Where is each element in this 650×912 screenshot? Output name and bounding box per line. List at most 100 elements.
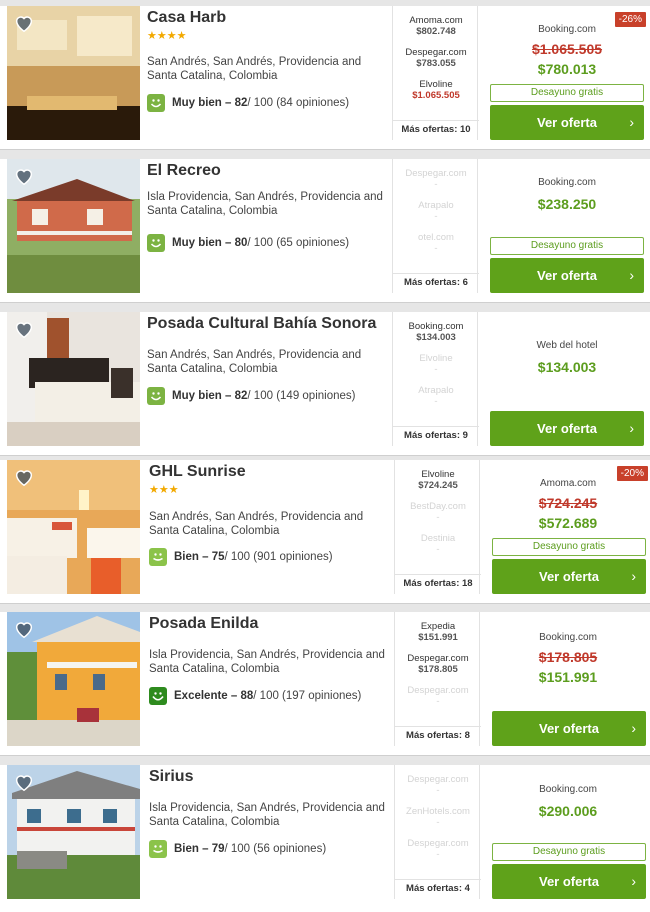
offer-item[interactable]: Elvoline - [393,353,479,375]
rating-summary[interactable]: Muy bien – 80 / 100 (65 opiniones) [147,234,349,252]
rating-summary[interactable]: Excelente – 88 / 100 (197 opiniones) [149,687,361,705]
rating-summary[interactable]: Muy bien – 82 / 100 (84 opiniones) [147,94,349,112]
deal-provider: Booking.com [538,177,596,188]
rating-summary[interactable]: Muy bien – 82 / 100 (149 opiniones) [147,387,355,405]
offer-price: $151.991 [418,632,458,643]
deal-provider: Web del hotel [536,340,598,351]
offer-item[interactable]: Expedia $151.991 [395,621,481,643]
best-deal: -26% Booking.com $1.065.505 $780.013 Des… [484,6,650,140]
offer-site: Booking.com [408,321,464,332]
offer-site: Despegar.com [407,838,469,849]
offer-item[interactable]: Despegar.com - [395,685,481,707]
rating-count: / 100 (149 opiniones) [247,390,356,402]
heart-icon[interactable] [13,618,35,640]
offer-item[interactable]: Elvoline $1.065.505 [393,79,479,101]
other-offers: Elvoline $724.245 BestDay.com - Destinia - … [394,460,481,594]
hotel-name[interactable]: Posada Enilda [149,614,389,634]
button-label: Ver oferta [537,115,597,130]
hotel-photo[interactable] [7,612,140,746]
offer-price: - [434,211,438,222]
rating-label: Bien – 75 [174,551,225,563]
hotel-name[interactable]: Casa Harb [147,8,387,28]
deal-provider: Booking.com [538,24,596,35]
offer-price: - [436,849,440,860]
breakfast-badge: Desayuno gratis [490,237,644,255]
offer-site: ZenHotels.com [406,806,470,817]
offer-item[interactable]: Atrapalo - [393,200,479,222]
other-offers: Booking.com $134.003 Elvoline - Atrapalo - … [392,312,479,446]
deal-price: $290.006 [538,803,598,819]
offer-item[interactable]: Despegar.com - [393,168,479,190]
hotel-card: Posada Enilda Isla Providencia, San Andr… [0,612,650,756]
hotel-card: El Recreo Isla Providencia, San Andrés, … [0,159,650,303]
offer-site: Destinia [420,533,456,544]
offer-item[interactable]: Destinia - [395,533,481,555]
hotel-name[interactable]: GHL Sunrise [149,462,389,482]
heart-icon[interactable] [13,165,35,187]
more-offers-link[interactable]: Más ofertas: 18 [395,574,481,592]
more-offers-link[interactable]: Más ofertas: 6 [393,273,479,291]
heart-icon[interactable] [13,318,35,340]
deal-price: $134.003 [537,359,597,375]
offer-site: Atrapalo [418,385,454,396]
best-deal: Booking.com $178.805 $151.991 Ver oferta… [486,612,650,746]
original-price: $1.065.505 [531,41,603,57]
offer-price: $802.748 [416,26,456,37]
smiley-icon [147,387,165,405]
hotel-photo[interactable] [7,159,140,293]
offer-item[interactable]: Despegar.com - [395,774,481,796]
offer-item[interactable]: otel.com - [393,232,479,254]
more-offers-link[interactable]: Más ofertas: 4 [395,879,481,897]
more-offers-link[interactable]: Más ofertas: 9 [393,426,479,444]
offer-item[interactable]: ZenHotels.com - [395,806,481,828]
offer-item[interactable]: BestDay.com - [395,501,481,523]
deal-provider: Amoma.com [539,478,597,489]
smiley-icon [147,234,165,252]
heart-icon[interactable] [13,466,35,488]
hotel-photo[interactable] [7,460,140,594]
offer-item[interactable]: Atrapalo - [393,385,479,407]
offer-site: Atrapalo [418,200,454,211]
breakfast-badge: Desayuno gratis [492,843,646,861]
deal-provider: Booking.com [539,632,597,643]
view-deal-button[interactable]: Ver oferta › [492,559,646,594]
deal-price: $780.013 [537,61,597,77]
rating-summary[interactable]: Bien – 75 / 100 (901 opiniones) [149,548,333,566]
rating-summary[interactable]: Bien – 79 / 100 (56 opiniones) [149,840,326,858]
offer-item[interactable]: Despegar.com $783.055 [393,47,479,69]
hotel-photo[interactable] [7,312,140,446]
view-deal-button[interactable]: Ver oferta › [490,258,644,293]
hotel-name[interactable]: Posada Cultural Bahía Sonora [147,314,387,334]
hotel-name[interactable]: Sirius [149,767,389,787]
offer-item[interactable]: Booking.com $134.003 [393,321,479,343]
offer-site: Despegar.com [405,168,467,179]
hotel-photo[interactable] [7,765,140,899]
hotel-photo[interactable] [7,6,140,140]
offer-item[interactable]: Amoma.com $802.748 [393,15,479,37]
view-deal-button[interactable]: Ver oferta › [490,411,644,446]
star-rating: ★★★ [149,484,179,496]
offer-item[interactable]: Despegar.com - [395,838,481,860]
other-offers: Expedia $151.991 Despegar.com $178.805 Des… [394,612,481,746]
button-label: Ver oferta [539,569,599,584]
original-price: $178.805 [538,649,598,665]
hotel-name[interactable]: El Recreo [147,161,387,181]
rating-count: / 100 (901 opiniones) [224,551,333,563]
rating-count: / 100 (84 opiniones) [247,97,350,109]
hotel-card: GHL Sunrise ★★★ San Andrés, San Andrés, … [0,460,650,604]
deal-price: $572.689 [538,515,598,531]
offer-item[interactable]: Despegar.com $178.805 [395,653,481,675]
offer-site: Elvoline [421,469,455,480]
more-offers-link[interactable]: Más ofertas: 10 [393,120,479,138]
heart-icon[interactable] [13,771,35,793]
view-deal-button[interactable]: Ver oferta › [490,105,644,140]
heart-icon[interactable] [13,12,35,34]
offer-item[interactable]: Elvoline $724.245 [395,469,481,491]
offer-price: - [436,512,440,523]
view-deal-button[interactable]: Ver oferta › [492,864,646,899]
rating-count: / 100 (197 opiniones) [253,690,362,702]
more-offers-link[interactable]: Más ofertas: 8 [395,726,481,744]
offer-site: otel.com [418,232,454,243]
offer-price: - [436,696,440,707]
view-deal-button[interactable]: Ver oferta › [492,711,646,746]
